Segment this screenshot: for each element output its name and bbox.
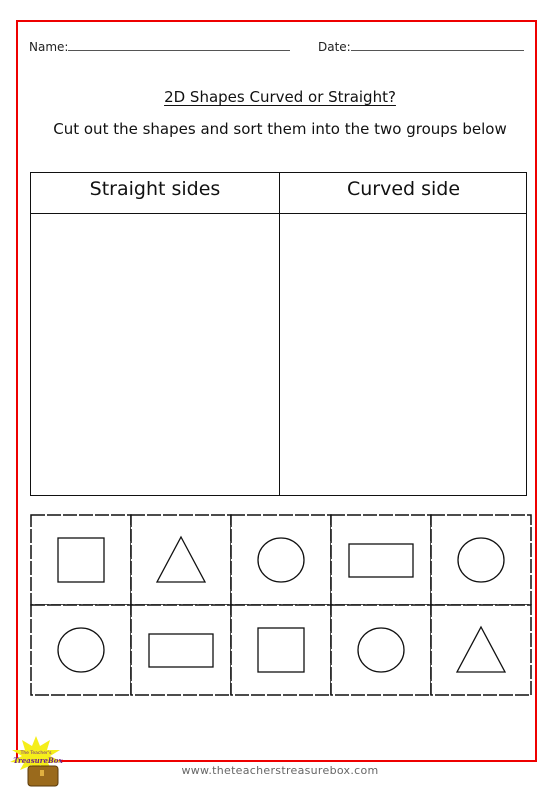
- cutout-card-circle[interactable]: [330, 604, 432, 696]
- cutout-card-square[interactable]: [230, 604, 332, 696]
- cut-line: [230, 514, 332, 606]
- cut-line: [30, 604, 132, 696]
- column-heading-curved: Curved side: [346, 178, 461, 200]
- cut-line: [30, 514, 132, 606]
- name-label: Name:: [29, 40, 69, 54]
- cut-line: [430, 514, 532, 606]
- cutout-card-circle[interactable]: [430, 514, 532, 606]
- date-write-line[interactable]: [350, 40, 524, 51]
- cut-line: [130, 514, 232, 606]
- cutout-card-triangle[interactable]: [430, 604, 532, 696]
- cutout-shapes-grid: [30, 514, 532, 696]
- treasure-box-logo: The Teacher's TreasureBox: [10, 736, 63, 787]
- cutout-card-circle[interactable]: [230, 514, 332, 606]
- worksheet-title: 2D Shapes Curved or Straight?: [164, 88, 396, 106]
- cutout-card-square[interactable]: [30, 514, 132, 606]
- cut-line: [430, 604, 532, 696]
- cut-line: [230, 604, 332, 696]
- cutout-card-circle[interactable]: [30, 604, 132, 696]
- cutout-card-rectangle[interactable]: [330, 514, 432, 606]
- cut-line: [330, 514, 432, 606]
- name-write-line[interactable]: [68, 40, 291, 51]
- column-divider: [279, 173, 280, 495]
- column-heading-straight: Straight sides: [89, 178, 221, 200]
- name-field[interactable]: Name:: [29, 40, 291, 54]
- date-label: Date:: [318, 40, 351, 54]
- cutout-card-rectangle[interactable]: [130, 604, 232, 696]
- drop-zone-straight-sides[interactable]: [31, 215, 279, 495]
- sorting-table: Straight sides Curved side: [30, 172, 527, 496]
- website-link[interactable]: www.theteacherstreasurebox.com: [0, 764, 560, 777]
- cut-line: [330, 604, 432, 696]
- cut-line: [130, 604, 232, 696]
- date-field[interactable]: Date:: [318, 40, 524, 54]
- instructions: Cut out the shapes and sort them into th…: [53, 120, 507, 138]
- drop-zone-curved-side[interactable]: [281, 215, 526, 495]
- cutout-card-triangle[interactable]: [130, 514, 232, 606]
